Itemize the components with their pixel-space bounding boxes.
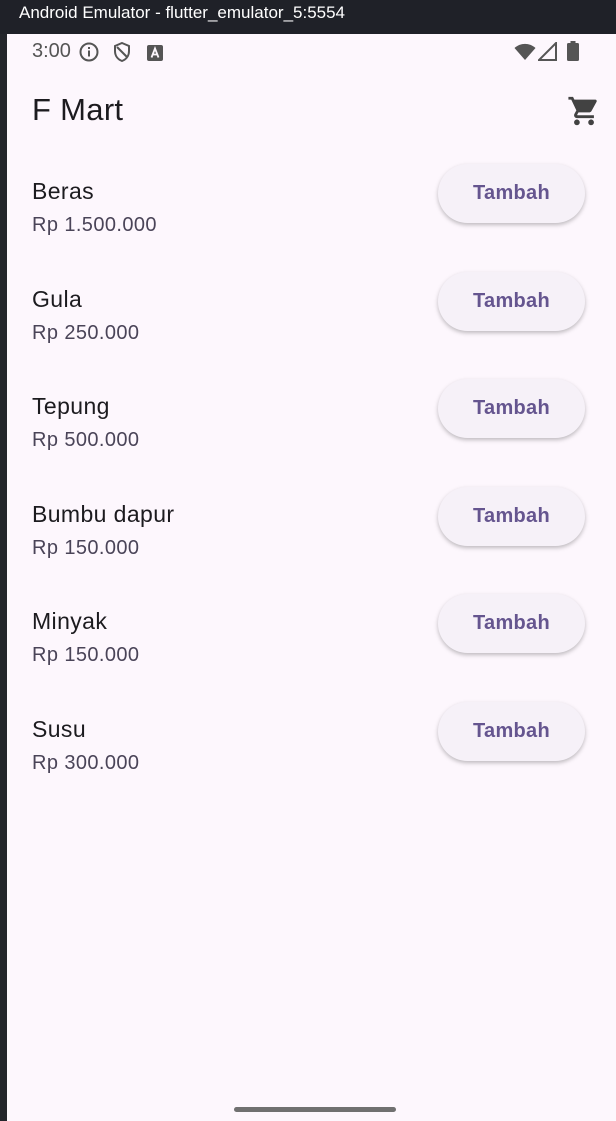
status-time: 3:00 [32, 40, 71, 62]
battery-icon [567, 41, 579, 67]
add-button-susu[interactable]: Tambah [438, 702, 585, 761]
product-price: Rp 500.000 [32, 429, 140, 451]
emulator-title-bar: Android Emulator - flutter_emulator_5:55… [0, 0, 616, 34]
cell-signal-icon [536, 40, 557, 67]
add-button-tepung[interactable]: Tambah [438, 379, 585, 438]
product-name: Minyak [32, 608, 108, 634]
product-name: Gula [32, 286, 83, 312]
product-name: Beras [32, 178, 95, 204]
product-price: Rp 1.500.000 [32, 214, 157, 236]
product-price: Rp 300.000 [32, 752, 140, 774]
add-button-beras[interactable]: Tambah [438, 164, 585, 223]
product-price: Rp 150.000 [32, 537, 140, 559]
product-name: Bumbu dapur [32, 501, 175, 527]
add-button-minyak[interactable]: Tambah [438, 594, 585, 653]
add-button-bumbu-dapur[interactable]: Tambah [438, 487, 585, 546]
gesture-nav-handle[interactable] [234, 1107, 396, 1112]
info-icon [79, 42, 99, 68]
cart-icon[interactable] [567, 94, 601, 128]
app-title: F Mart [32, 92, 124, 127]
status-bar: 3:00 [7, 34, 616, 70]
product-item-bumbu-dapur: Bumbu dapur Rp 150.000 Tambah [7, 487, 616, 591]
product-name: Susu [32, 716, 87, 742]
product-item-tepung: Tepung Rp 500.000 Tambah [7, 379, 616, 483]
product-item-minyak: Minyak Rp 150.000 Tambah [7, 594, 616, 698]
product-price: Rp 250.000 [32, 322, 140, 344]
shield-icon [113, 41, 131, 68]
product-price: Rp 150.000 [32, 644, 140, 666]
product-item-beras: Beras Rp 1.500.000 Tambah [7, 164, 616, 268]
host-window-edge [0, 34, 7, 1121]
device-screen: 3:00 F Mart Beras Rp 1.500.000 Tambah Gu… [7, 34, 616, 1121]
product-item-gula: Gula Rp 250.000 Tambah [7, 272, 616, 376]
a-badge-icon [147, 44, 163, 67]
window-title: Android Emulator - flutter_emulator_5:55… [19, 3, 346, 22]
product-name: Tepung [32, 393, 110, 419]
product-item-susu: Susu Rp 300.000 Tambah [7, 702, 616, 806]
add-button-gula[interactable]: Tambah [438, 272, 585, 331]
wifi-icon [514, 43, 536, 67]
